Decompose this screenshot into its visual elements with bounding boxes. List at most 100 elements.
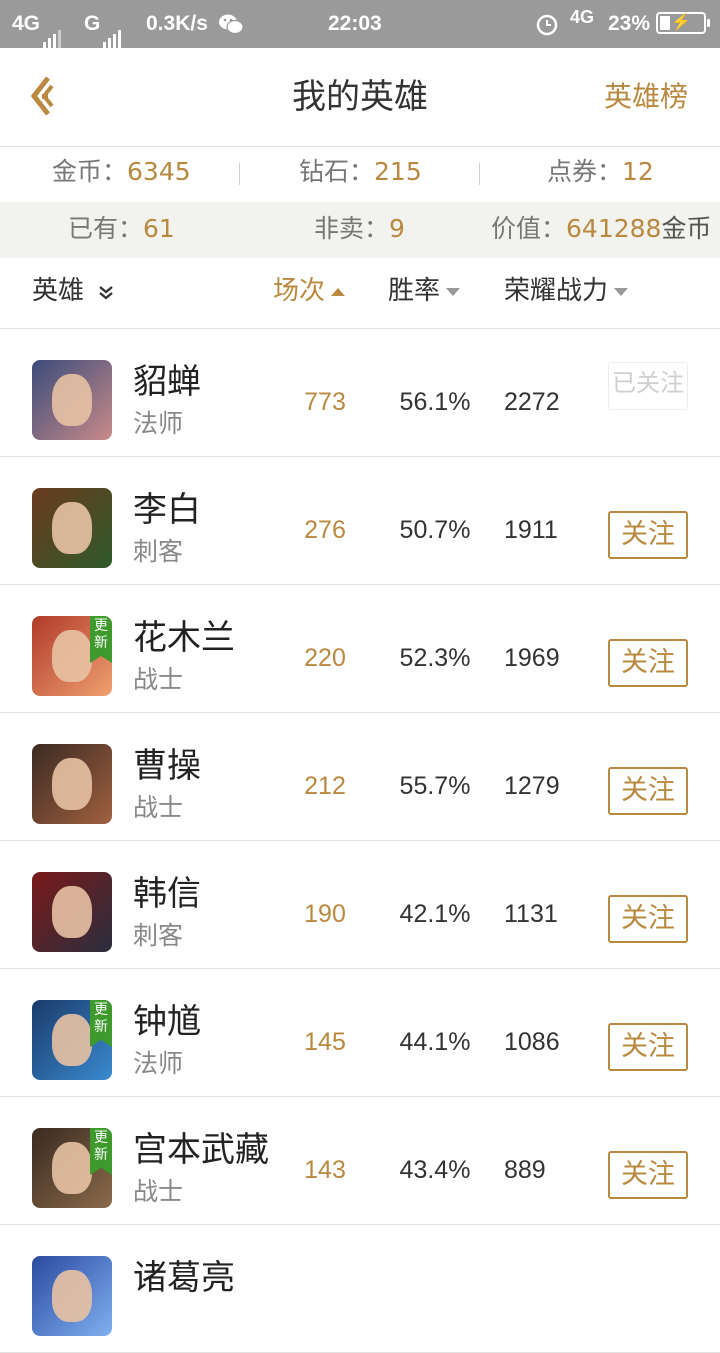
hero-row[interactable]: 李白刺客 276 50.7% 1911 关注: [0, 457, 720, 585]
worth-label: 价值：: [491, 214, 567, 243]
worth-unit: 金币: [661, 214, 712, 243]
hero-games: 276: [304, 516, 346, 544]
alarm-icon: [535, 0, 559, 48]
update-badge: 更新: [90, 616, 112, 663]
network-g: G: [84, 0, 123, 49]
hero-avatar[interactable]: 更新: [32, 1128, 112, 1208]
hero-row[interactable]: 诸葛亮: [0, 1225, 720, 1353]
hero-role: 法师: [133, 409, 184, 438]
follow-button[interactable]: 关注: [608, 511, 688, 559]
follow-button[interactable]: 关注: [608, 895, 688, 943]
column-games-label: 场次: [273, 276, 326, 306]
hero-portrait: [52, 1142, 92, 1194]
update-badge: 更新: [90, 1128, 112, 1175]
hero-games: 220: [304, 644, 346, 672]
hero-name: 貂蝉: [133, 362, 201, 402]
status-bar: 4G G 0.3K/s 22:03 4G 23% ⚡: [0, 0, 720, 49]
hero-role: 刺客: [133, 921, 184, 950]
owned-value: 61: [143, 214, 175, 243]
not-for-sale-count: 非卖：9: [314, 202, 405, 256]
column-hero-filter[interactable]: 英雄: [32, 258, 116, 324]
follow-button[interactable]: 关注: [608, 767, 688, 815]
hero-name: 李白: [133, 490, 201, 530]
owned-count: 已有：61: [68, 202, 175, 256]
diamond-value: 215: [374, 157, 422, 186]
hero-avatar[interactable]: [32, 488, 112, 568]
hero-portrait: [52, 630, 92, 682]
hero-row[interactable]: 更新 宫本武藏 战士 143 43.4% 889 关注: [0, 1097, 720, 1225]
follow-button[interactable]: 关注: [608, 639, 688, 687]
hero-games: 773: [304, 388, 346, 416]
hero-portrait: [52, 502, 92, 554]
hero-power: 1969: [504, 644, 560, 672]
app-header: 我的英雄 英雄榜: [0, 48, 720, 147]
hero-stats-bar: 已有：61 非卖：9 价值：641288金币: [0, 202, 720, 258]
divider: [239, 163, 240, 185]
hero-portrait: [52, 1270, 92, 1322]
hero-power: 1086: [504, 1028, 560, 1056]
hero-portrait: [52, 374, 92, 426]
hero-row[interactable]: 曹操 战士 212 55.7% 1279 关注: [0, 713, 720, 841]
column-winrate-sort[interactable]: 胜率: [388, 258, 461, 324]
follow-button[interactable]: 关注: [608, 1151, 688, 1199]
hero-row[interactable]: 更新 花木兰 战士 220 52.3% 1969 关注: [0, 585, 720, 713]
hero-avatar[interactable]: [32, 872, 112, 952]
not-for-sale-label: 非卖：: [314, 214, 390, 243]
hero-ranking-link[interactable]: 英雄榜: [604, 48, 688, 146]
hero-list: 貂蝉 法师 773 56.1% 2272 已关注 李白 刺客 276 50.7% 1911 关注 更新花…: [0, 329, 720, 1353]
hero-winrate: 43.4%: [399, 1156, 471, 1184]
network-4g-data: 4G: [570, 7, 595, 27]
gold-value: 6345: [127, 157, 191, 186]
hero-name: 诸葛亮: [133, 1258, 235, 1298]
hero-portrait: [52, 886, 92, 938]
hero-winrate: 50.7%: [399, 516, 471, 544]
hero-name: 宫本武藏: [133, 1130, 269, 1170]
column-power-sort[interactable]: 荣耀战力: [504, 258, 629, 324]
hero-avatar[interactable]: [32, 744, 112, 824]
hero-role: 战士: [133, 1177, 184, 1206]
hero-avatar[interactable]: 更新: [32, 616, 112, 696]
signal-icon: [43, 0, 63, 49]
column-power-label: 荣耀战力: [504, 276, 609, 306]
diamond-label: 钻石：: [299, 157, 375, 186]
sort-desc-icon: [614, 287, 629, 296]
column-winrate-label: 胜率: [388, 276, 441, 306]
gold-balance: 金币：6345: [52, 147, 191, 197]
hero-portrait: [52, 1014, 92, 1066]
follow-button[interactable]: 关注: [608, 1023, 688, 1071]
follow-button[interactable]: 已关注: [608, 362, 688, 410]
hero-winrate: 44.1%: [399, 1028, 471, 1056]
coupon-balance: 点券：12: [547, 147, 654, 197]
battery-icon: ⚡: [656, 12, 710, 34]
hero-avatar[interactable]: [32, 1256, 112, 1336]
hero-power: 1279: [504, 772, 560, 800]
hero-games: 190: [304, 900, 346, 928]
hero-row[interactable]: 更新 钟馗 法师 145 44.1% 1086 关注: [0, 969, 720, 1097]
hero-row[interactable]: 貂蝉法师 773 56.1% 2272 已关注: [0, 329, 720, 457]
hero-power: 2272: [504, 388, 560, 416]
hero-games: 143: [304, 1156, 346, 1184]
hero-role: 战士: [133, 793, 184, 822]
update-badge: 更新: [90, 1000, 112, 1047]
hero-power: 1911: [504, 516, 558, 544]
owned-label: 已有：: [68, 214, 144, 243]
clock: 22:03: [328, 12, 382, 35]
total-worth: 价值：641288金币: [491, 202, 711, 256]
hero-avatar[interactable]: [32, 360, 112, 440]
sort-asc-icon: [331, 287, 346, 296]
hero-games: 212: [304, 772, 346, 800]
divider: [479, 163, 480, 185]
hero-name: 花木兰: [133, 618, 235, 658]
not-for-sale-value: 9: [389, 214, 405, 243]
column-hero-label: 英雄: [32, 276, 85, 306]
hero-name: 曹操: [133, 746, 201, 786]
hero-avatar[interactable]: 更新: [32, 1000, 112, 1080]
hero-games: 145: [304, 1028, 346, 1056]
column-games-sort[interactable]: 场次: [273, 258, 346, 324]
hero-winrate: 56.1%: [399, 388, 471, 416]
wechat-icon: [218, 0, 244, 48]
network-4g: 4G: [12, 0, 63, 49]
hero-role: 刺客: [133, 537, 184, 566]
hero-row[interactable]: 韩信 刺客 190 42.1% 1131 关注: [0, 841, 720, 969]
hero-winrate: 42.1%: [399, 900, 471, 928]
